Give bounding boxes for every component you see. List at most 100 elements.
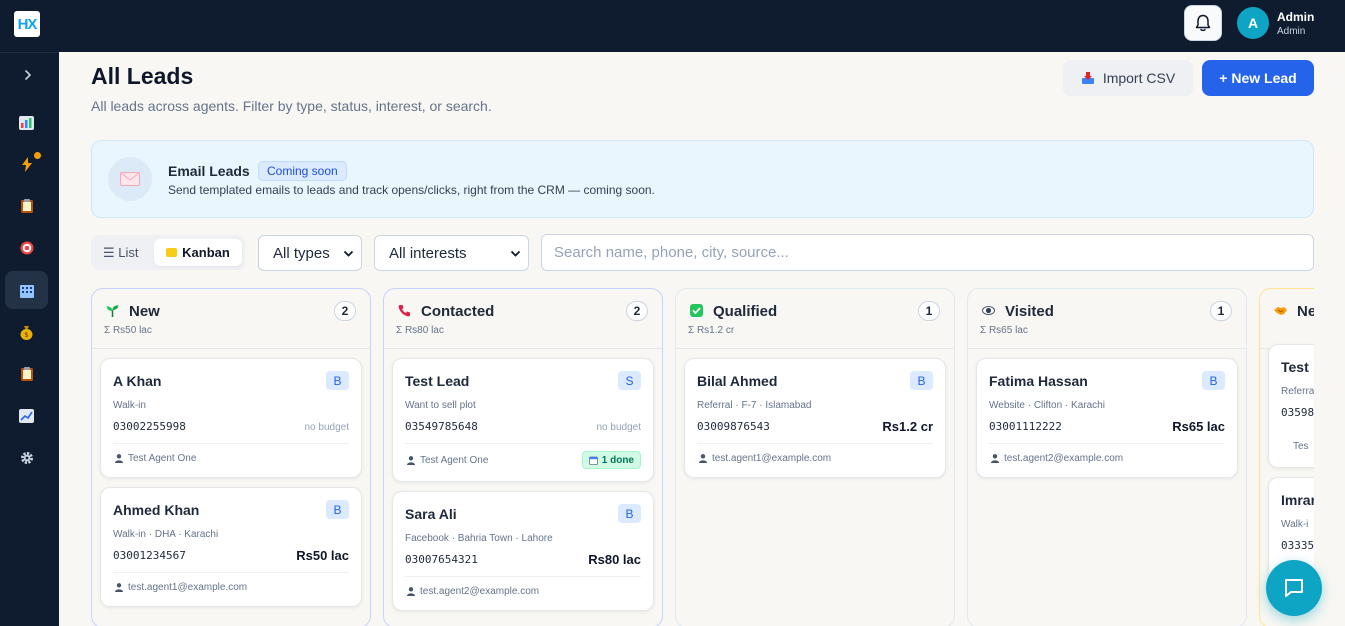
expand-sidebar-button[interactable] <box>17 64 39 86</box>
lead-source: Want to sell plot <box>405 400 476 411</box>
tasks-done-label: 1 done <box>601 454 634 466</box>
lead-budget: no budget <box>304 422 350 433</box>
card-divider <box>405 576 641 577</box>
lead-budget: Rs50 lac <box>296 548 349 563</box>
lead-agent-name: test.agent1@example.com <box>712 453 832 464</box>
new-lead-button[interactable]: + New Lead <box>1202 60 1314 96</box>
lead-card[interactable]: Sara Ali B Facebook · Bahria Town · Laho… <box>392 491 654 611</box>
target-icon <box>20 241 33 255</box>
lead-agent: Test Agent One <box>407 455 488 466</box>
lead-card[interactable]: Fatima Hassan B Website · Clifton · Kara… <box>976 358 1238 478</box>
lead-name: Imran <box>1281 492 1314 508</box>
app-logo[interactable]: HX <box>14 11 40 37</box>
sidebar-item-activity[interactable] <box>5 145 48 183</box>
lead-card[interactable]: Bilal Ahmed B Referral · F-7 · Islamabad… <box>684 358 946 478</box>
column-header: Contacted Σ Rs80 lac 2 <box>384 289 662 349</box>
notification-dot <box>34 152 41 159</box>
clipboard-icon <box>20 199 33 213</box>
lead-agent-name: Test Agent One <box>128 453 197 464</box>
lead-phone: 03335 <box>1281 539 1314 552</box>
lead-name: Sara Ali <box>405 506 457 522</box>
lead-agent: Test Agent One <box>115 453 196 464</box>
search-input[interactable]: Search name, phone, city, source... <box>541 234 1314 271</box>
person-icon <box>115 583 123 592</box>
money-bag-icon: $ <box>20 325 33 340</box>
check-box-icon <box>690 304 703 317</box>
column-header: Qualified Σ Rs1.2 cr 1 <box>676 289 954 349</box>
kanban-column-new: New Σ Rs50 lac 2 A Khan B Walk-in 030022… <box>91 288 371 626</box>
card-divider <box>697 443 933 444</box>
chevron-right-icon <box>25 70 32 80</box>
lead-budget: no budget <box>596 422 642 433</box>
kanban-view-button[interactable]: Kanban <box>154 239 242 266</box>
sidebar-item-dashboard[interactable] <box>5 104 48 142</box>
type-select-value: All types <box>273 244 330 262</box>
lead-phone: 03009876543 <box>697 420 770 433</box>
lead-type-badge: B <box>1202 371 1225 390</box>
import-csv-button[interactable]: Import CSV <box>1063 60 1193 96</box>
chat-button[interactable] <box>1266 560 1322 616</box>
sidebar-item-analytics[interactable] <box>5 397 48 435</box>
kanban-view-label: Kanban <box>182 245 230 260</box>
type-select[interactable]: All types <box>258 235 362 271</box>
lightning-icon <box>21 156 32 172</box>
lead-agent-name: Tes <box>1293 441 1309 452</box>
chevron-down-icon <box>343 250 354 257</box>
email-leads-banner: Email Leads Coming soon Send templated e… <box>91 140 1314 218</box>
lead-name: Bilal Ahmed <box>697 373 778 389</box>
lead-agent: Tes <box>1293 441 1309 452</box>
lead-phone: 03001234567 <box>113 549 186 562</box>
column-title: Visited <box>1005 303 1054 320</box>
sidebar-item-tasks[interactable] <box>5 187 48 225</box>
lead-type-badge: B <box>326 500 349 519</box>
building-icon <box>19 284 34 298</box>
card-divider <box>113 572 349 573</box>
interest-select[interactable]: All interests <box>374 235 529 271</box>
lead-source: Walk-in <box>113 400 146 411</box>
lead-card[interactable]: A Khan B Walk-in 03002255998 no budget T… <box>100 358 362 478</box>
sidebar-divider <box>0 52 59 53</box>
avatar[interactable]: A <box>1237 7 1269 39</box>
card-divider <box>113 443 349 444</box>
gear-icon <box>20 452 33 464</box>
calendar-icon <box>588 456 598 465</box>
column-title: Ne <box>1297 303 1314 320</box>
lead-agent-name: test.agent2@example.com <box>1004 453 1124 464</box>
import-csv-label: Import CSV <box>1102 70 1176 86</box>
list-view-button[interactable]: ☰ List <box>97 241 145 264</box>
bar-chart-icon <box>19 116 34 130</box>
lead-source: Website · Clifton · Karachi <box>989 400 1105 411</box>
lead-agent-name: test.agent2@example.com <box>420 586 540 597</box>
column-count: 1 <box>1210 301 1232 321</box>
lead-card[interactable]: Ahmed Khan B Walk-in · DHA · Karachi 030… <box>100 487 362 607</box>
sidebar-item-settings[interactable] <box>5 439 48 477</box>
column-title: Qualified <box>713 303 778 320</box>
lead-agent-name: test.agent1@example.com <box>128 582 248 593</box>
lead-agent-name: Test Agent One <box>420 455 489 466</box>
column-sum: Σ Rs80 lac <box>396 325 444 336</box>
card-divider <box>405 443 641 444</box>
interest-select-value: All interests <box>389 244 467 262</box>
notifications-button[interactable] <box>1184 5 1222 41</box>
column-header: Visited Σ Rs65 lac 1 <box>968 289 1246 349</box>
banner-description: Send templated emails to leads and track… <box>168 183 655 197</box>
eye-icon <box>982 306 995 315</box>
lead-source: Referral · F-7 · Islamabad <box>697 400 812 411</box>
clipboard-icon <box>20 367 33 381</box>
sidebar-item-targets[interactable] <box>5 229 48 267</box>
sidebar-item-reports[interactable] <box>5 355 48 393</box>
sidebar-item-leads[interactable] <box>5 271 48 309</box>
lead-card[interactable]: Test Referra 03598 Tes <box>1268 344 1314 468</box>
inbox-tray-icon <box>1081 72 1094 84</box>
view-toggle: ☰ List Kanban <box>91 235 245 270</box>
lead-card[interactable]: Test Lead S Want to sell plot 0354978564… <box>392 358 654 482</box>
person-icon <box>991 454 999 463</box>
lead-type-badge: S <box>618 371 641 390</box>
page-title: All Leads <box>91 63 194 89</box>
sidebar-item-finance[interactable]: $ <box>5 313 48 351</box>
phone-icon <box>398 305 410 317</box>
column-header: Ne <box>1260 289 1314 349</box>
chat-bubble-icon <box>1285 579 1303 597</box>
seedling-icon <box>106 305 119 317</box>
column-sum: Σ Rs65 lac <box>980 325 1028 336</box>
